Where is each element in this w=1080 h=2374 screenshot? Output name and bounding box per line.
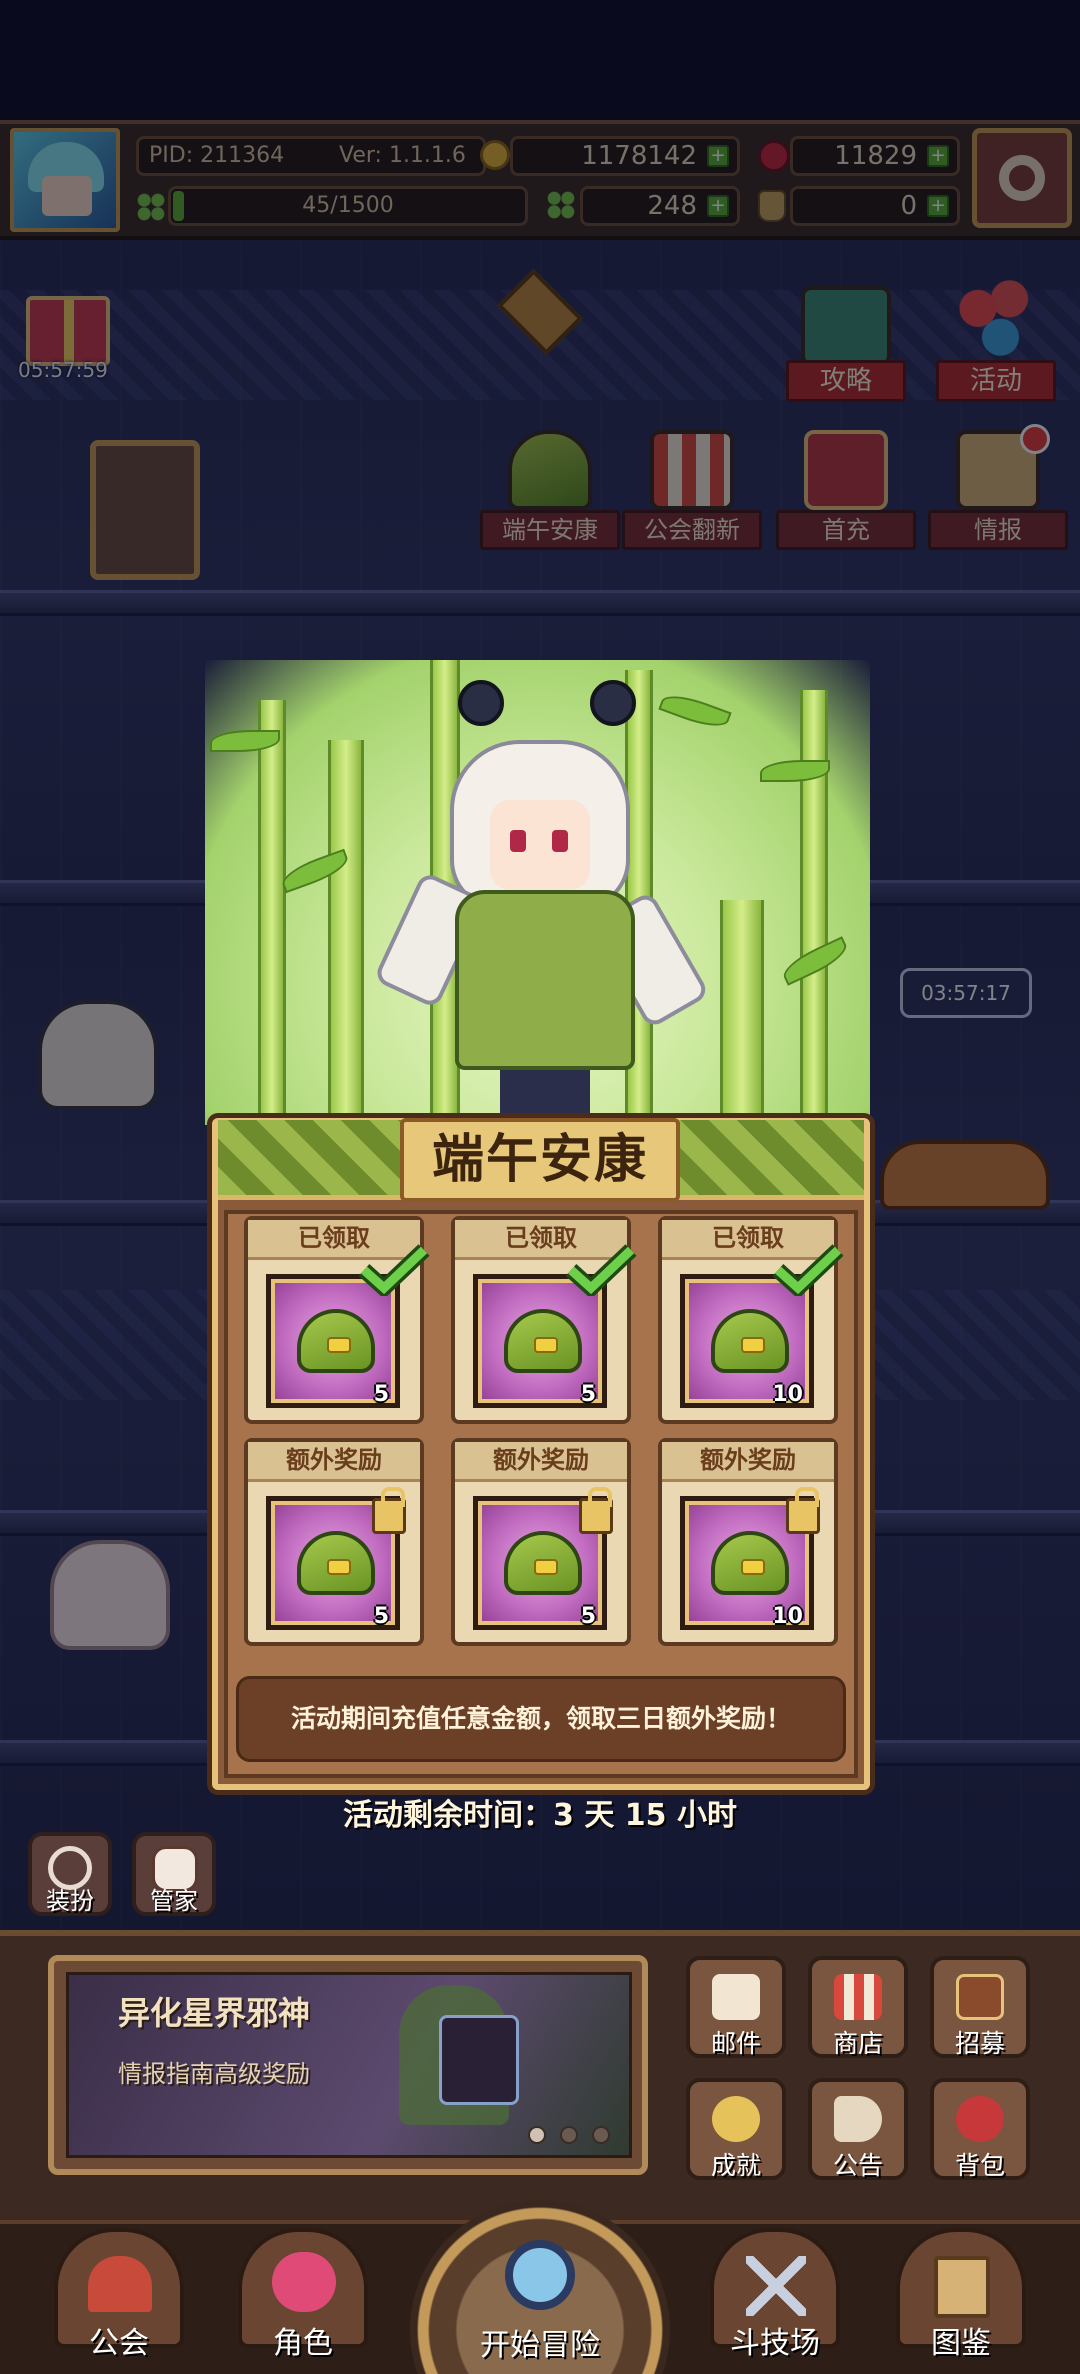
nav-character[interactable]: 角色 bbox=[228, 2218, 378, 2368]
carousel-dot[interactable] bbox=[528, 2126, 546, 2144]
announcement-label: 公告 bbox=[832, 2151, 883, 2180]
bamboo-stalk bbox=[720, 900, 764, 1120]
reward-cell[interactable]: 已领取 5 bbox=[451, 1216, 637, 1424]
recruit-button[interactable]: 招募 bbox=[930, 1956, 1030, 2058]
nav-codex-label: 图鉴 bbox=[931, 2326, 991, 2361]
shop-button[interactable]: 商店 bbox=[808, 1956, 908, 2058]
mail-label: 邮件 bbox=[710, 2029, 761, 2058]
item-quantity: 10 bbox=[772, 1604, 803, 1629]
nav-arena[interactable]: 斗技场 bbox=[700, 2218, 850, 2368]
lock-icon bbox=[372, 1487, 406, 1534]
panda-ear bbox=[458, 680, 504, 726]
lock-icon bbox=[579, 1487, 613, 1534]
recruit-chest-icon bbox=[956, 1974, 1004, 2020]
carousel-dot[interactable] bbox=[560, 2126, 578, 2144]
event-title: 端午安康 bbox=[431, 1130, 648, 1190]
check-icon bbox=[565, 1244, 637, 1296]
remaining-time: 活动剩余时间：3 天 15 小时 bbox=[343, 1798, 737, 1833]
event-notice: 活动期间充值任意金额，领取三日额外奖励！ bbox=[236, 1676, 846, 1762]
nav-guild-label: 公会 bbox=[89, 2326, 149, 2361]
event-title-plate: 端午安康 bbox=[400, 1118, 680, 1202]
item-quantity: 5 bbox=[580, 1604, 596, 1629]
extra-reward-label: 额外奖励 bbox=[455, 1442, 627, 1482]
nav-arena-label: 斗技场 bbox=[730, 2326, 820, 2361]
ribbon bbox=[327, 1337, 351, 1353]
panda-girl-face bbox=[490, 800, 590, 890]
announcement-button[interactable]: 公告 bbox=[808, 2078, 908, 2180]
mail-button[interactable]: 邮件 bbox=[686, 1956, 786, 2058]
nav-guild[interactable]: 公会 bbox=[44, 2218, 194, 2368]
nav-adventure[interactable]: 开始冒险 bbox=[410, 2200, 670, 2374]
check-icon bbox=[358, 1244, 430, 1296]
extra-reward-label: 额外奖励 bbox=[662, 1442, 834, 1482]
extra-reward-cell[interactable]: 额外奖励 5 bbox=[451, 1438, 631, 1646]
zongzi-icon bbox=[711, 1531, 789, 1595]
zongzi-icon bbox=[504, 1309, 582, 1373]
backpack-button[interactable]: 背包 bbox=[930, 2078, 1030, 2180]
bamboo-stalk bbox=[258, 700, 286, 1120]
promo-subtitle: 情报指南高级奖励 bbox=[118, 2060, 310, 2088]
achievement-button[interactable]: 成就 bbox=[686, 2078, 786, 2180]
item-quantity: 5 bbox=[373, 1604, 389, 1629]
crossed-swords-icon bbox=[746, 2256, 806, 2316]
nav-codex[interactable]: 图鉴 bbox=[886, 2218, 1036, 2368]
book-icon bbox=[934, 2256, 990, 2318]
trophy-icon bbox=[712, 2096, 760, 2142]
ribbon bbox=[741, 1337, 765, 1353]
ribbon bbox=[534, 1337, 558, 1353]
guild-house-icon bbox=[88, 2256, 152, 2312]
reward-cell[interactable]: 已领取 10 bbox=[658, 1216, 844, 1424]
megaphone-icon bbox=[834, 2096, 882, 2142]
zongzi-icon bbox=[297, 1531, 375, 1595]
reward-cell[interactable]: 已领取 5 bbox=[244, 1216, 430, 1424]
ribbon bbox=[741, 1559, 765, 1575]
backpack-icon bbox=[956, 2096, 1004, 2142]
zongzi-icon bbox=[711, 1309, 789, 1373]
nav-character-label: 角色 bbox=[273, 2326, 333, 2361]
panda-girl-dress bbox=[455, 890, 635, 1070]
butler-button[interactable]: 管家 bbox=[132, 1832, 216, 1916]
evil-god-portrait bbox=[439, 2015, 519, 2105]
carousel-dot[interactable] bbox=[592, 2126, 610, 2144]
panda-ear bbox=[590, 680, 636, 726]
character-icon bbox=[272, 2252, 336, 2312]
butler-label: 管家 bbox=[150, 1887, 198, 1915]
extra-reward-cell[interactable]: 额外奖励 5 bbox=[244, 1438, 424, 1646]
eye bbox=[552, 830, 568, 852]
shop-icon bbox=[834, 1974, 882, 2020]
promo-title: 异化星界邪神 bbox=[118, 1994, 311, 2032]
dress-up-label: 装扮 bbox=[46, 1887, 94, 1915]
bamboo-stalk bbox=[328, 740, 364, 1120]
recruit-label: 招募 bbox=[954, 2029, 1005, 2058]
zongzi-icon bbox=[504, 1531, 582, 1595]
bamboo-stalk bbox=[800, 690, 828, 1120]
check-icon bbox=[772, 1244, 844, 1296]
magnifier-icon bbox=[505, 2240, 575, 2310]
eye bbox=[510, 830, 526, 852]
item-quantity: 5 bbox=[373, 1382, 389, 1407]
ribbon bbox=[534, 1559, 558, 1575]
extra-reward-cell[interactable]: 额外奖励 10 bbox=[658, 1438, 838, 1646]
mail-icon bbox=[712, 1974, 760, 2020]
extra-reward-label: 额外奖励 bbox=[248, 1442, 420, 1482]
item-quantity: 5 bbox=[580, 1382, 596, 1407]
ribbon bbox=[327, 1559, 351, 1575]
shop-label: 商店 bbox=[832, 2029, 883, 2058]
item-quantity: 10 bbox=[772, 1382, 803, 1407]
dress-up-button[interactable]: 装扮 bbox=[28, 1832, 112, 1916]
nav-adventure-label: 开始冒险 bbox=[480, 2328, 600, 2363]
zongzi-icon bbox=[297, 1309, 375, 1373]
backpack-label: 背包 bbox=[954, 2151, 1005, 2180]
panda-girl-legs bbox=[500, 1070, 590, 1120]
achievement-label: 成就 bbox=[710, 2151, 761, 2180]
lock-icon bbox=[786, 1487, 820, 1534]
